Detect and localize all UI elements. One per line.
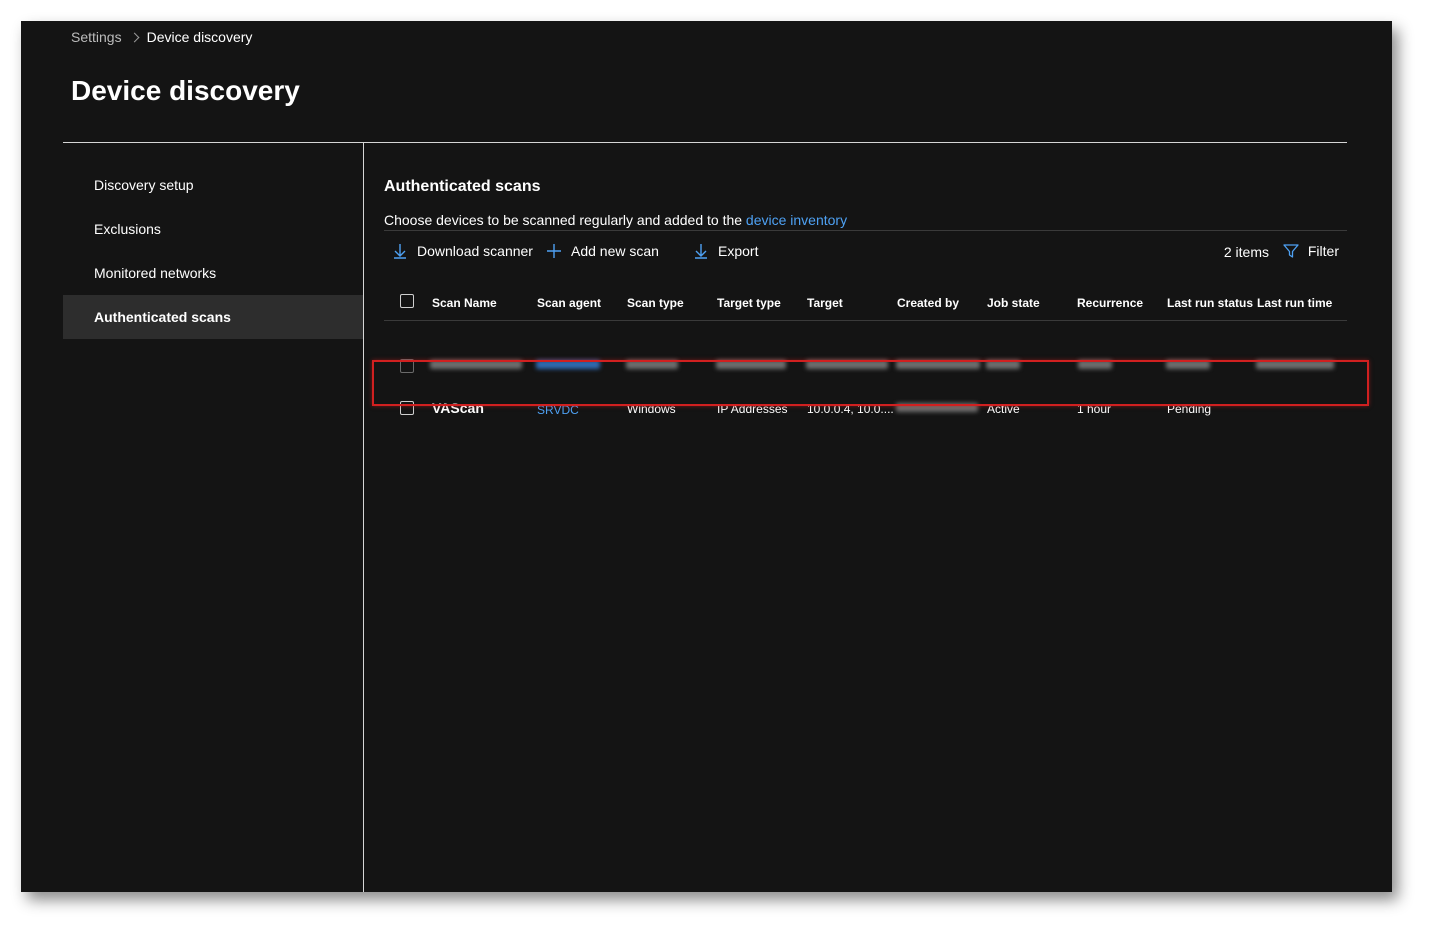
export-label: Export [718, 243, 759, 259]
select-all-checkbox[interactable] [400, 294, 414, 308]
description-text: Choose devices to be scanned regularly a… [384, 212, 746, 228]
column-header-scan-name[interactable]: Scan Name [432, 296, 497, 310]
cell-recurrence: 1 hour [1077, 402, 1112, 416]
toolbar: Download scanner Add new scan Export 2 i… [384, 243, 1347, 265]
redacted-scan-agent [536, 360, 600, 369]
redacted-created-by [896, 360, 980, 369]
add-new-scan-button[interactable]: Add new scan [546, 243, 659, 259]
cell-scan-name[interactable]: VAScan [432, 400, 484, 416]
cell-last-run-status: Pending [1167, 402, 1212, 416]
column-header-last-run-status[interactable]: Last run status [1167, 296, 1253, 310]
redacted-last-run-status [1166, 360, 1210, 369]
filter-funnel-icon [1283, 244, 1299, 258]
plus-icon [547, 244, 561, 258]
cell-scan-agent-link[interactable]: SRVDC [537, 403, 579, 417]
redacted-job-state [986, 360, 1020, 369]
redacted-scan-type [626, 360, 678, 369]
section-description: Choose devices to be scanned regularly a… [384, 212, 847, 228]
column-header-scan-type[interactable]: Scan type [627, 296, 684, 310]
sidebar-item-authenticated-scans[interactable]: Authenticated scans [63, 295, 363, 339]
table-header: Scan Name Scan agent Scan type Target ty… [384, 288, 1347, 321]
redacted-recurrence [1078, 360, 1112, 369]
cell-job-state: Active [987, 402, 1020, 416]
row-checkbox[interactable] [400, 401, 414, 415]
redacted-scan-name [430, 360, 522, 369]
download-scanner-button[interactable]: Download scanner [392, 243, 533, 259]
section-title: Authenticated scans [384, 178, 541, 195]
sidebar-item-discovery-setup[interactable]: Discovery setup [63, 163, 363, 207]
column-header-target[interactable]: Target [807, 296, 843, 310]
export-button[interactable]: Export [693, 243, 758, 259]
cell-target-type: IP Addresses [717, 402, 788, 416]
chevron-right-icon [129, 32, 140, 42]
add-new-scan-label: Add new scan [571, 243, 659, 259]
settings-sidebar: Discovery setup Exclusions Monitored net… [63, 143, 363, 892]
app-window: Settings Device discovery Device discove… [21, 21, 1392, 892]
redacted-last-run-time [1256, 360, 1334, 369]
redacted-created-by [896, 403, 978, 412]
row-checkbox[interactable] [400, 359, 414, 373]
redacted-target [806, 360, 888, 369]
redacted-target-type [716, 360, 786, 369]
page-title: Device discovery [71, 75, 300, 106]
sidebar-item-monitored-networks[interactable]: Monitored networks [63, 251, 363, 295]
filter-label: Filter [1307, 243, 1339, 259]
sidebar-divider [363, 143, 364, 892]
items-count: 2 items [1223, 244, 1269, 260]
download-arrow-icon [394, 244, 406, 259]
cell-scan-type: Windows [627, 402, 676, 416]
cell-target: 10.0.0.4, 10.0.... [807, 402, 894, 416]
table-row-redacted[interactable] [384, 345, 1347, 385]
breadcrumb-current: Device discovery [146, 29, 253, 45]
breadcrumb-settings[interactable]: Settings [71, 29, 122, 45]
column-header-last-run-time[interactable]: Last run time [1257, 296, 1332, 310]
export-arrow-icon [695, 244, 707, 259]
column-header-scan-agent[interactable]: Scan agent [537, 296, 601, 310]
breadcrumb: Settings Device discovery [71, 29, 252, 45]
column-header-target-type[interactable]: Target type [717, 296, 781, 310]
column-header-recurrence[interactable]: Recurrence [1077, 296, 1143, 310]
device-inventory-link[interactable]: device inventory [746, 212, 847, 228]
filter-button[interactable]: Filter [1283, 243, 1339, 259]
column-header-created-by[interactable]: Created by [897, 296, 959, 310]
download-scanner-label: Download scanner [417, 243, 533, 259]
column-header-job-state[interactable]: Job state [987, 296, 1040, 310]
sidebar-item-exclusions[interactable]: Exclusions [63, 207, 363, 251]
toolbar-divider [384, 230, 1347, 231]
table-row-vascan[interactable]: VAScan SRVDC Windows IP Addresses 10.0.0… [384, 388, 1347, 428]
